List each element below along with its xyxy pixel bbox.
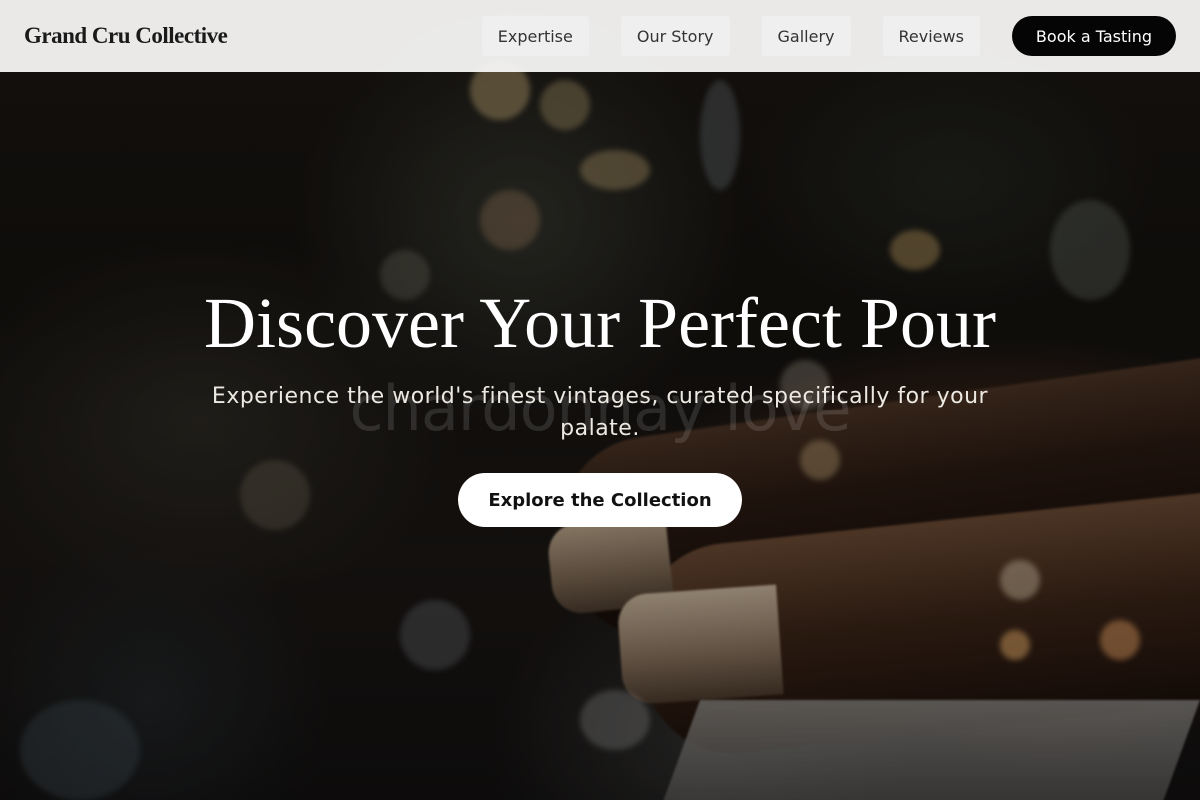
brand-logo[interactable]: Grand Cru Collective [24,23,228,49]
hero-subtitle: Experience the world's finest vintages, … [211,384,989,441]
nav-link-gallery[interactable]: Gallery [761,16,851,56]
explore-collection-button[interactable]: Explore the Collection [458,473,742,527]
main-nav: Expertise Our Story Gallery Reviews Book… [481,16,1176,56]
site-header: Grand Cru Collective Expertise Our Story… [0,0,1200,72]
nav-link-reviews[interactable]: Reviews [882,16,980,56]
hero-title: Discover Your Perfect Pour [204,283,996,363]
nav-link-expertise[interactable]: Expertise [481,16,589,56]
book-tasting-button[interactable]: Book a Tasting [1011,16,1176,56]
nav-link-our-story[interactable]: Our Story [620,16,730,56]
